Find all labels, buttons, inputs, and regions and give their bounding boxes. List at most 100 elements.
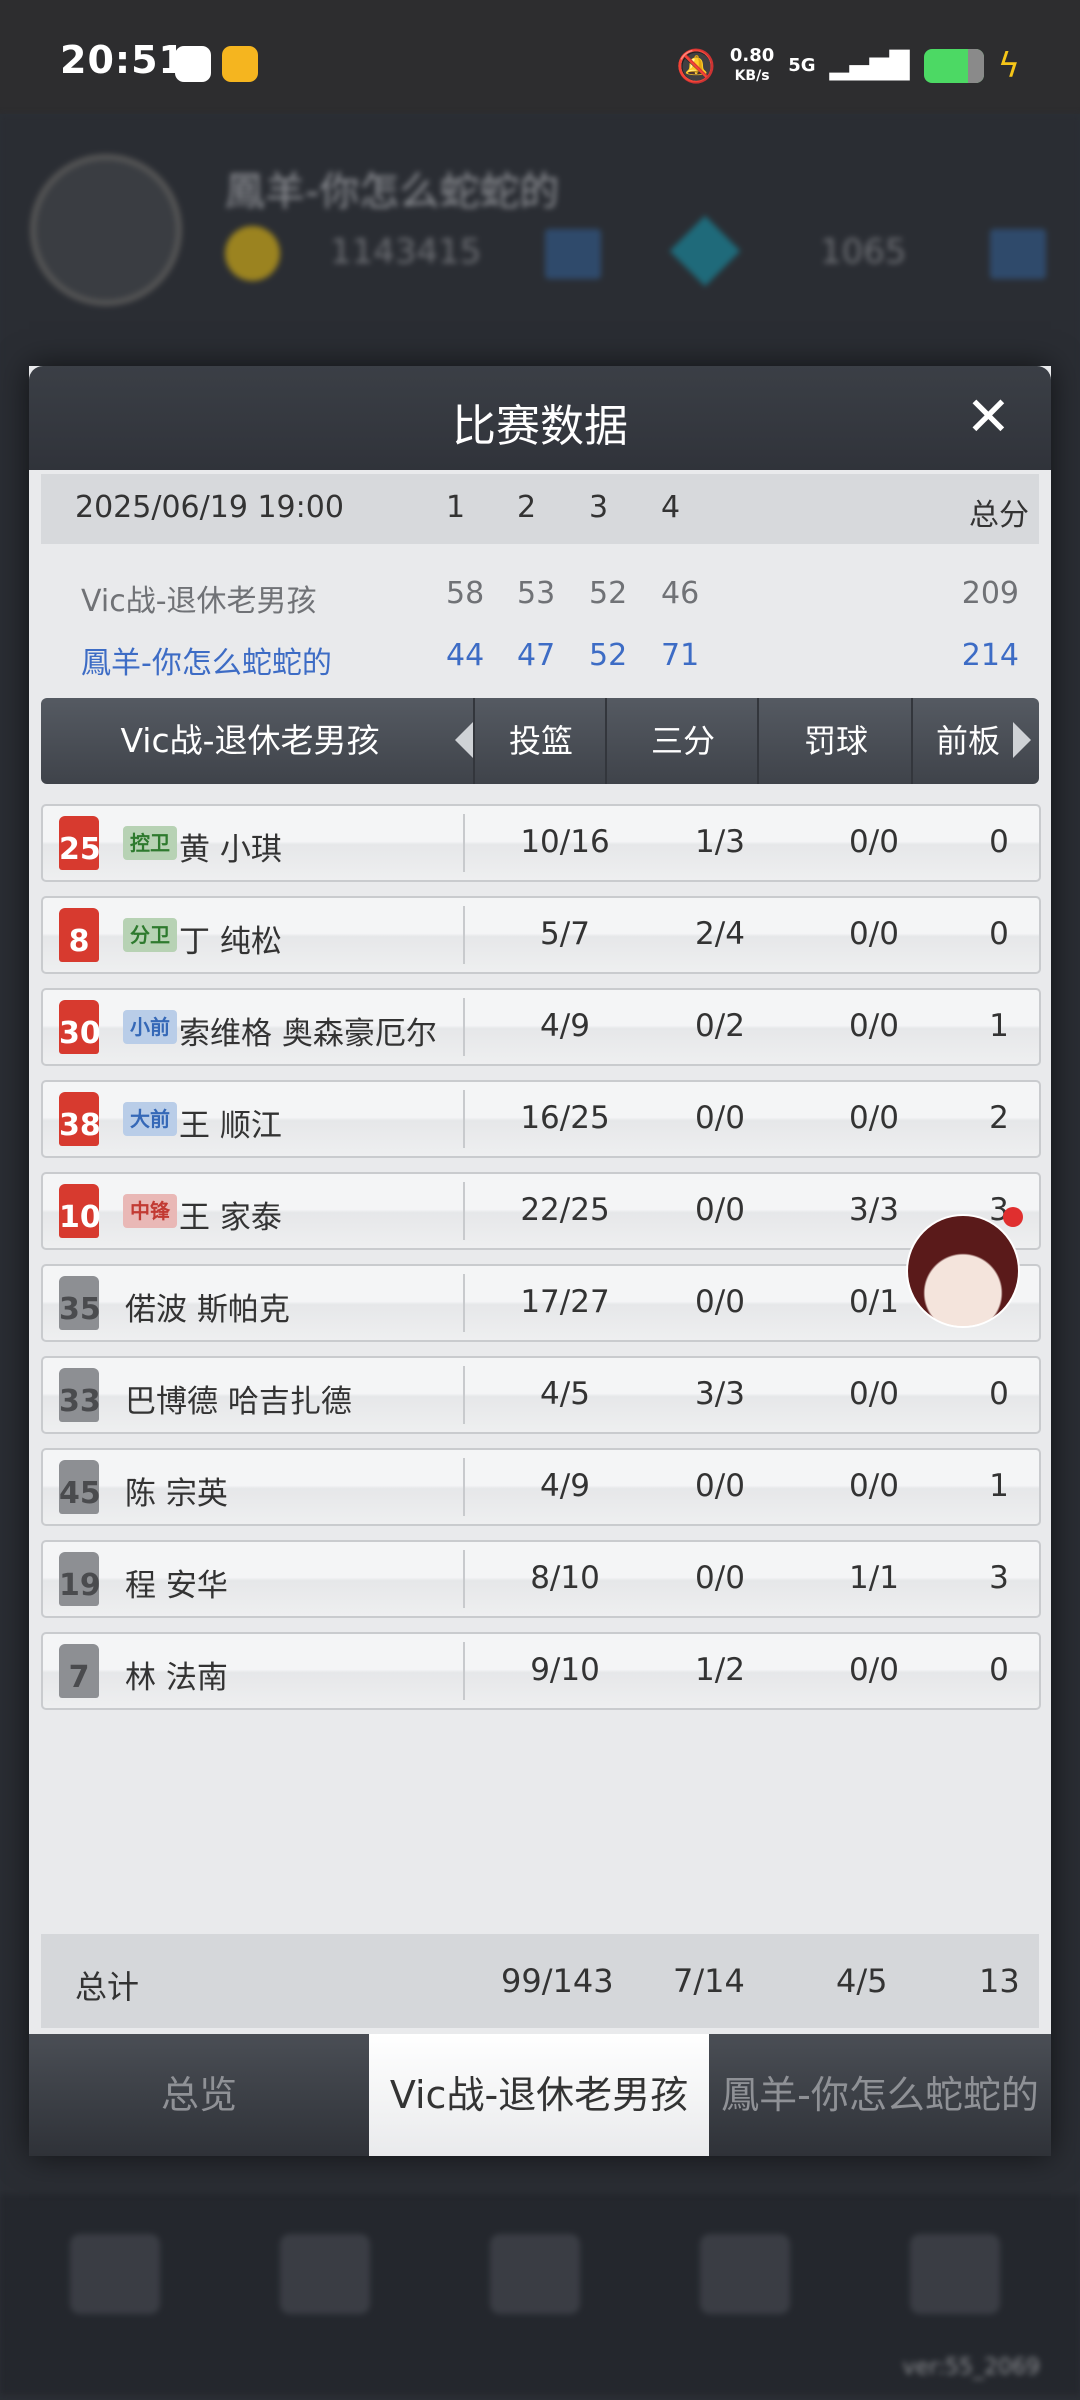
jersey-icon: 45 [59,1460,101,1514]
stat-ft: 0/0 [849,916,899,952]
totals-three: 7/14 [673,1962,745,2000]
quarter-label: 4 [661,490,681,525]
player-row[interactable]: 25 控卫黄 小琪 10/16 1/3 0/0 0 [41,804,1041,882]
player-row[interactable]: 45 陈 宗英 4/9 0/0 0/0 1 [41,1448,1041,1526]
score-row-team-b: 鳳羊-你怎么蛇蛇的 44 47 52 71 214 [41,624,1039,686]
match-stats-modal: 比赛数据 ✕ 2025/06/19 19:00 1 2 3 4 总分 Vic战-… [29,366,1051,2156]
player-row[interactable]: 19 程 安华 8/10 0/0 1/1 3 [41,1540,1041,1618]
total-label: 总分 [969,498,1029,533]
tab-team-b[interactable]: 鳳羊-你怎么蛇蛇的 [709,2034,1051,2156]
weibo-icon [222,46,258,82]
player-row[interactable]: 35 偌波 斯帕克 17/27 0/0 0/1 [41,1264,1041,1342]
status-right: 🔕 0.80 KB/s 5G ▂▄▆█ ϟ [676,36,1020,96]
mute-icon: 🔕 [676,47,716,85]
column-header-oreb[interactable]: 前板 [911,698,1023,784]
position-badge: 大前 [123,1102,177,1136]
status-time: 20:51 [60,38,186,82]
close-icon[interactable]: ✕ [966,390,1011,444]
player-name: 程 安华 [125,1568,228,1604]
stat-three: 0/2 [695,1008,745,1044]
column-divider [463,1366,465,1424]
team-a-total: 209 [961,576,1019,611]
player-row[interactable]: 30 小前 索维格 奥森豪厄尔 4/9 0/2 0/0 1 [41,988,1041,1066]
charging-icon: ϟ [997,46,1020,86]
stat-three: 0/0 [695,1560,745,1596]
battery-icon [923,49,984,83]
stat-ft: 0/0 [849,1468,899,1504]
column-header-three[interactable]: 三分 [605,698,759,784]
player-row[interactable]: 33 巴博德 哈吉扎德 4/5 3/3 0/0 0 [41,1356,1041,1434]
quarter-label: 2 [517,490,537,525]
player-row[interactable]: 7 林 法南 9/10 1/2 0/0 0 [41,1632,1041,1710]
tab-overview[interactable]: 总览 [29,2034,369,2156]
nav-item [700,2234,790,2314]
team-a-q4: 46 [661,576,700,611]
nav-item [910,2234,1000,2314]
totals-row: 总计 99/143 7/14 4/5 13 [41,1934,1039,2028]
network-speed: 0.80 KB/s [730,46,774,86]
stat-three: 0/0 [695,1100,745,1136]
stat-three: 0/0 [695,1284,745,1320]
player-row[interactable]: 38 大前王 顺江 16/25 0/0 0/0 2 [41,1080,1041,1158]
qq-icon [175,46,211,82]
team-b-total: 214 [961,638,1019,673]
stat-fg: 9/10 [530,1652,600,1688]
stat-ft: 0/0 [849,1376,899,1412]
nav-item [70,2234,160,2314]
version-label: ver:55_2069 [902,2355,1040,2380]
network-type: 5G [788,55,816,76]
stat-ft: 0/0 [849,1652,899,1688]
column-divider [463,906,465,964]
stat-oreb: 0 [989,916,1009,952]
team-b-name: 鳳羊-你怎么蛇蛇的 [81,646,332,681]
stat-ft: 0/0 [849,1100,899,1136]
stat-fg: 4/5 [540,1376,590,1412]
stat-fg: 5/7 [540,916,590,952]
column-divider [463,1274,465,1332]
quarter-label: 1 [446,490,466,525]
jersey-icon: 33 [59,1368,101,1422]
profile-avatar [30,154,182,306]
scroll-right-icon[interactable] [1013,722,1031,758]
modal-header: 比赛数据 ✕ [29,366,1051,470]
player-name: 黄 小琪 [179,832,282,868]
stat-fg: 4/9 [540,1468,590,1504]
player-name: 王 家泰 [179,1200,282,1236]
modal-title: 比赛数据 [452,401,628,452]
column-header-fg[interactable]: 投篮 [473,698,607,784]
jersey-icon: 25 [59,816,101,870]
player-name: 王 顺江 [179,1108,282,1144]
stat-ft: 0/0 [849,824,899,860]
team-b-q4: 71 [661,638,700,673]
player-name: 林 法南 [125,1660,228,1696]
column-divider [463,1182,465,1240]
team-a-q1: 58 [446,576,485,611]
player-name: 陈 宗英 [125,1476,228,1512]
team-b-q1: 44 [446,638,485,673]
team-a-name: Vic战-退休老男孩 [81,584,317,619]
scroll-left-icon[interactable] [455,722,473,758]
stat-fg: 8/10 [530,1560,600,1596]
position-badge: 控卫 [123,826,177,860]
status-bar: 20:51 🔕 0.80 KB/s 5G ▂▄▆█ ϟ [0,0,1080,114]
position-badge: 中锋 [123,1194,177,1228]
tab-team-a[interactable]: Vic战-退休老男孩 [369,2034,709,2156]
speed-unit: KB/s [734,68,770,84]
stat-three: 1/3 [695,824,745,860]
column-header-ft[interactable]: 罚球 [757,698,913,784]
stat-oreb: 0 [989,824,1009,860]
stat-three: 1/2 [695,1652,745,1688]
stat-fg: 22/25 [520,1192,610,1228]
totals-ft: 4/5 [836,1962,888,2000]
column-divider [463,1458,465,1516]
team-a-q3: 52 [589,576,628,611]
position-badge: 小前 [123,1010,177,1044]
player-row[interactable]: 8 分卫丁 纯松 5/7 2/4 0/0 0 [41,896,1041,974]
coin-value: 1143415 [330,232,482,272]
player-row[interactable]: 10 中锋王 家泰 22/25 0/0 3/3 3 [41,1172,1041,1250]
jersey-icon: 35 [59,1276,101,1330]
floating-assistant-avatar[interactable] [906,1214,1020,1328]
stats-team-label: Vic战-退休老男孩 [120,721,380,760]
stat-oreb: 3 [989,1560,1009,1596]
jersey-icon: 8 [59,908,99,962]
